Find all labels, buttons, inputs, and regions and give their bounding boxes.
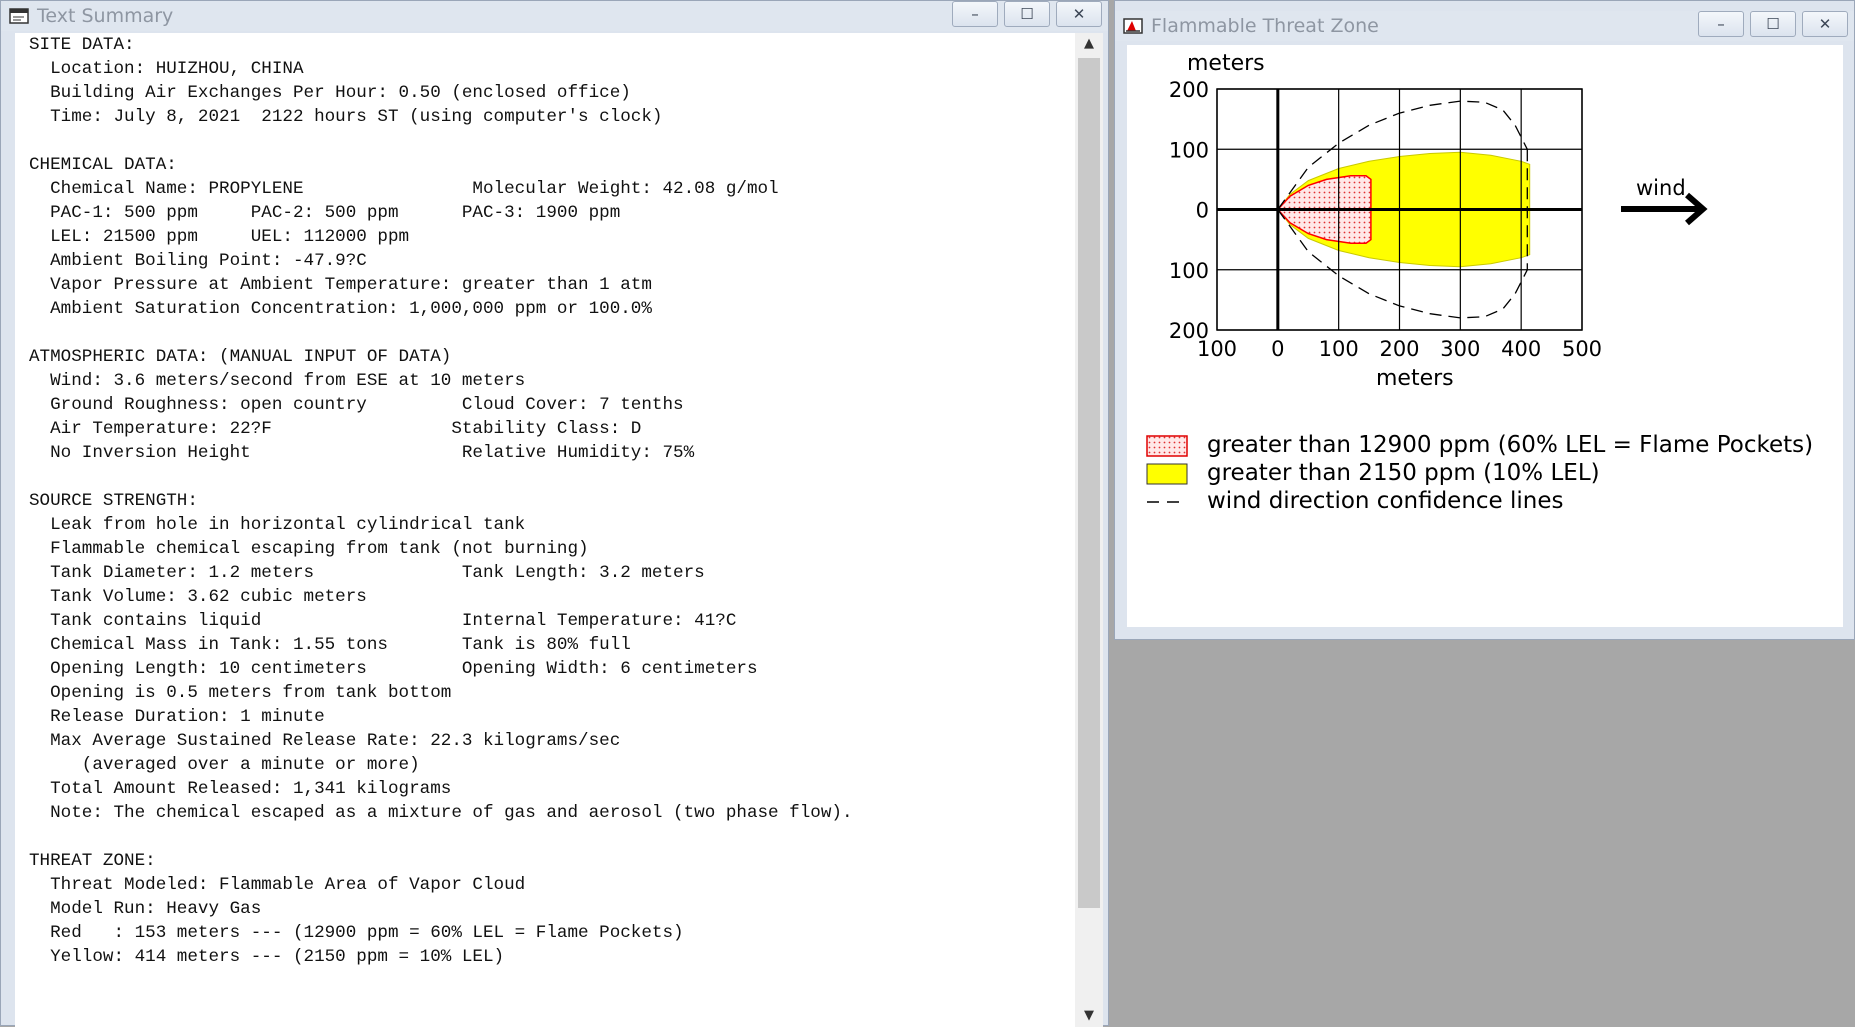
summary-text: SITE DATA: Location: HUIZHOU, CHINA Buil… [15,33,1075,969]
summary-line: Tank Diameter: 1.2 meters Tank Length: 3… [29,563,705,583]
close-button[interactable]: ✕ [1802,11,1848,37]
text-summary-window[interactable]: Text Summary – ☐ ✕ SITE DATA: Location: … [0,0,1109,1027]
summary-text-pane[interactable]: SITE DATA: Location: HUIZHOU, CHINA Buil… [15,33,1075,1027]
window-controls: – ☐ ✕ [1698,11,1848,37]
summary-line: Max Average Sustained Release Rate: 22.3… [29,731,621,751]
x-axis-label: meters [1376,366,1454,391]
minimize-button[interactable]: – [952,1,998,27]
section-heading-site-data: SITE DATA: [29,35,135,55]
threat-zone-chart: 100 0 100 200 300 400 5002001000100200 meters … [1146,51,1813,514]
y-axis-label: meters [1187,51,1265,76]
summary-line: (averaged over a minute or more) [29,755,420,775]
close-button[interactable]: ✕ [1056,1,1102,27]
summary-line: Flammable chemical escaping from tank (n… [29,539,589,559]
summary-line: No Inversion Height Relative Humidity: 7… [29,443,695,463]
summary-line: Chemical Mass in Tank: 1.55 tons Tank is… [29,635,631,655]
window-title: Text Summary [37,5,174,27]
summary-line: Time: July 8, 2021 2122 hours ST (using … [29,107,663,127]
maximize-button[interactable]: ☐ [1004,1,1050,27]
legend-label-red: greater than 12900 ppm (60% LEL = Flame … [1207,432,1813,458]
summary-line: Threat Modeled: Flammable Area of Vapor … [29,875,526,895]
text-summary-titlebar[interactable]: Text Summary – ☐ ✕ [1,1,1108,31]
summary-line: Ambient Boiling Point: -47.9?C [29,251,367,271]
vertical-scrollbar[interactable]: ▲ ▼ [1075,33,1103,1027]
legend-label-dashed: wind direction confidence lines [1207,488,1564,514]
legend: greater than 12900 ppm (60% LEL = Flame … [1146,432,1813,514]
x-tick-label: 0 [1271,337,1284,361]
threat-zone-plot-area: 100 0 100 200 300 400 500 200 100 0 100 200 meters … [1127,45,1843,627]
section-heading-source-strength: SOURCE STRENGTH: [29,491,198,511]
section-heading-threat-zone: THREAT ZONE: [29,851,156,871]
summary-line: Vapor Pressure at Ambient Temperature: g… [29,275,652,295]
y-tick-label: 0 [1196,199,1209,223]
y-tick-label: 100 [1169,138,1209,162]
x-tick-label: 500 [1562,337,1602,361]
summary-line: Total Amount Released: 1,341 kilograms [29,779,452,799]
summary-line: Location: HUIZHOU, CHINA [29,59,304,79]
section-heading-chemical-data: CHEMICAL DATA: [29,155,177,175]
text-doc-icon [9,8,29,24]
summary-line: Note: The chemical escaped as a mixture … [29,803,853,823]
x-tick-label: 400 [1501,337,1541,361]
summary-line: Release Duration: 1 minute [29,707,325,727]
maximize-button[interactable]: ☐ [1750,11,1796,37]
summary-line: Ground Roughness: open country Cloud Cov… [29,395,684,415]
x-tick-label: 300 [1440,337,1480,361]
window-title: Flammable Threat Zone [1151,15,1379,37]
legend-swatch-red [1146,435,1188,457]
legend-label-yellow: greater than 2150 ppm (10% LEL) [1207,460,1600,486]
scroll-down-icon[interactable]: ▼ [1075,1005,1103,1027]
summary-line: Tank Volume: 3.62 cubic meters [29,587,367,607]
legend-swatch-yellow [1146,463,1188,485]
summary-line: Building Air Exchanges Per Hour: 0.50 (e… [29,83,631,103]
window-controls: – ☐ ✕ [952,1,1102,27]
threat-zone-window[interactable]: Flammable Threat Zone – ☐ ✕ 100 0 100 200 30… [1114,0,1855,640]
summary-line: Chemical Name: PROPYLENE Molecular Weigh… [29,179,779,199]
summary-line: Opening Length: 10 centimeters Opening W… [29,659,758,679]
threat-zone-titlebar[interactable]: Flammable Threat Zone – ☐ ✕ [1115,11,1854,41]
y-tick-label: 100 [1169,259,1209,283]
summary-line: Red : 153 meters --- (12900 ppm = 60% LE… [29,923,684,943]
summary-line: Yellow: 414 meters --- (2150 ppm = 10% L… [29,947,505,967]
summary-line: Air Temperature: 22?F Stability Class: D [29,419,642,439]
summary-line: PAC-1: 500 ppm PAC-2: 500 ppm PAC-3: 190… [29,203,621,223]
scroll-up-icon[interactable]: ▲ [1075,33,1103,55]
scroll-thumb[interactable] [1078,58,1100,908]
section-heading-atmospheric-data: ATMOSPHERIC DATA: (MANUAL INPUT OF DATA) [29,347,452,367]
summary-line: Ambient Saturation Concentration: 1,000,… [29,299,652,319]
threat-zone-icon [1123,18,1143,34]
summary-line: Wind: 3.6 meters/second from ESE at 10 m… [29,371,526,391]
summary-line: Leak from hole in horizontal cylindrical… [29,515,526,535]
y-tick-label: 200 [1169,319,1209,343]
summary-line: LEL: 21500 ppm UEL: 112000 ppm [29,227,410,247]
minimize-button[interactable]: – [1698,11,1744,37]
y-tick-label: 200 [1169,78,1209,102]
summary-line: Model Run: Heavy Gas [29,899,262,919]
wind-label: wind [1636,176,1686,200]
summary-line: Opening is 0.5 meters from tank bottom [29,683,452,703]
x-tick-label: 100 [1319,337,1359,361]
summary-line: Tank contains liquid Internal Temperatur… [29,611,737,631]
x-tick-label: 200 [1379,337,1419,361]
